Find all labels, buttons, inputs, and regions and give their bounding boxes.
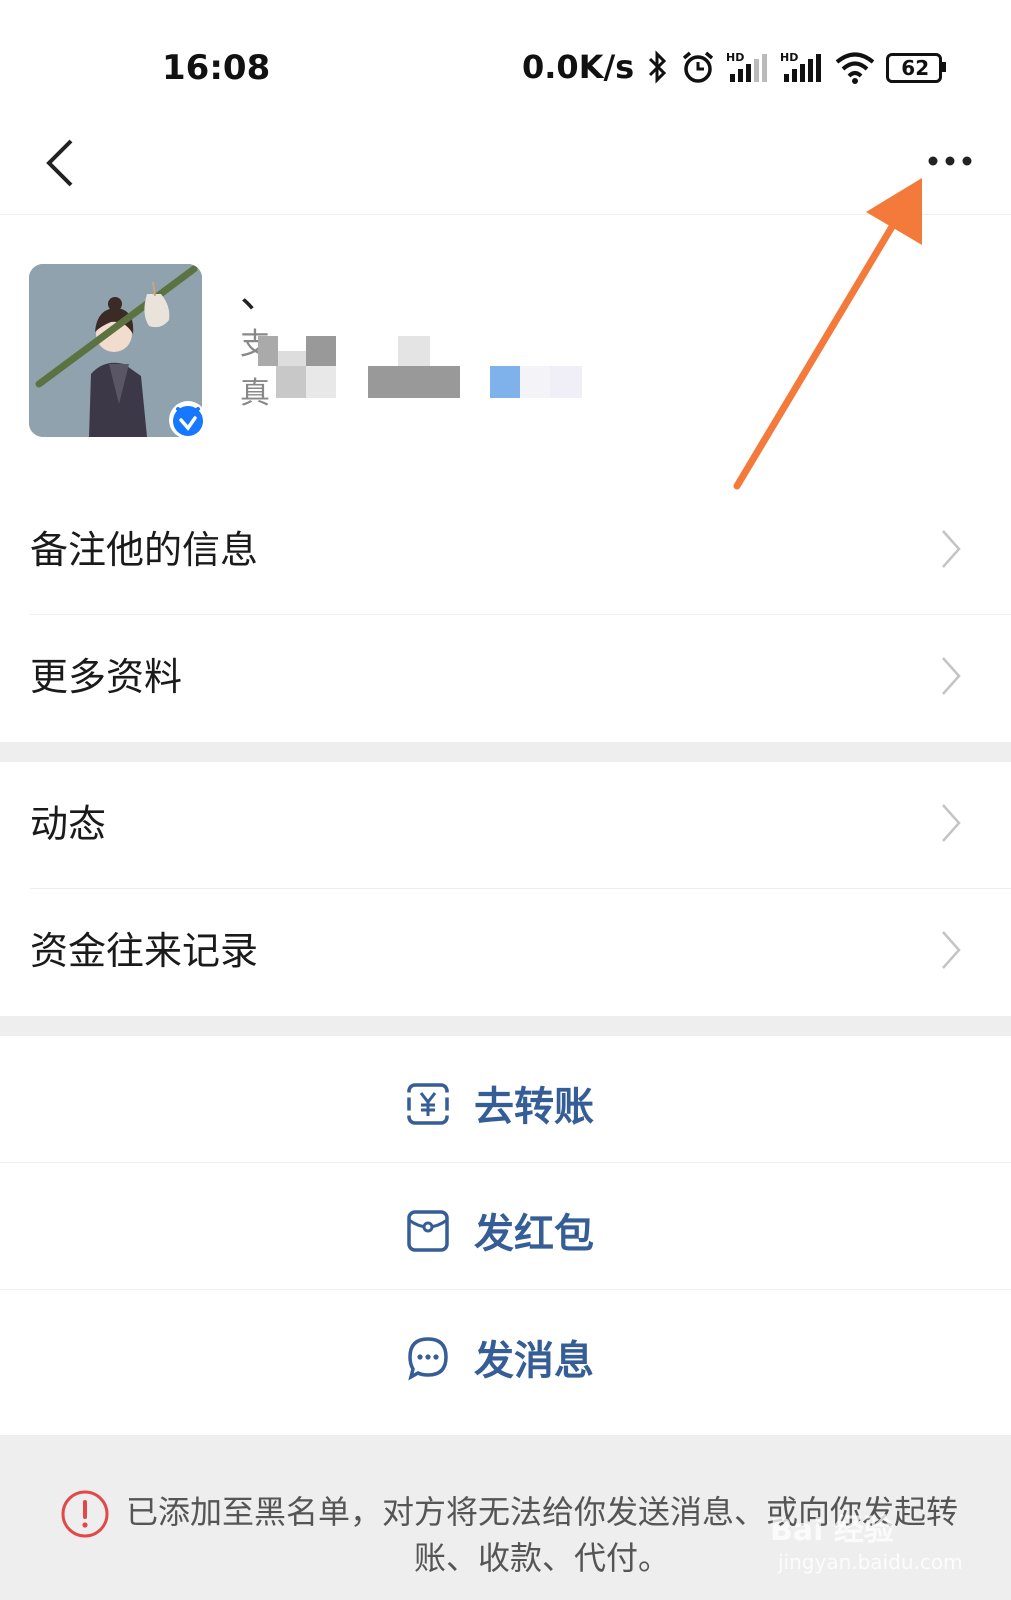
chat-bubble-icon xyxy=(408,1337,448,1381)
warning-icon xyxy=(61,1490,109,1538)
red-packet-label: 发红包 xyxy=(474,1211,594,1257)
red-packet-button[interactable]: 发红包 xyxy=(0,1163,1011,1290)
red-packet-icon xyxy=(407,1210,449,1252)
status-icons: 0.0K/s HD HD 62 xyxy=(522,48,947,86)
remark-row[interactable]: 备注他的信息 xyxy=(0,488,1011,615)
chevron-right-icon xyxy=(942,657,961,695)
realname-line: 真 xyxy=(240,379,270,409)
remark-label: 备注他的信息 xyxy=(30,528,259,572)
chevron-right-icon xyxy=(942,530,961,568)
signal-hd-icon: HD xyxy=(780,51,822,82)
more-button[interactable] xyxy=(920,136,980,186)
battery-icon: 62 xyxy=(886,53,947,83)
profile-name: 、 xyxy=(240,271,280,317)
net-speed: 0.0K/s xyxy=(522,48,635,86)
more-info-label: 更多资料 xyxy=(30,655,183,699)
moments-label: 动态 xyxy=(30,802,107,846)
moments-row[interactable]: 动态 xyxy=(0,762,1011,889)
transfer-button[interactable]: 去转账 xyxy=(0,1036,1011,1163)
chevron-right-icon xyxy=(942,931,961,969)
signal-hd-icon: HD xyxy=(726,51,768,82)
battery-level: 62 xyxy=(901,56,930,80)
verified-badge-icon xyxy=(169,401,207,439)
chevron-right-icon xyxy=(942,804,961,842)
watermark-logo: Bai 经验 xyxy=(770,1513,894,1548)
status-bar: 16:08 0.0K/s HD HD 62 xyxy=(0,0,1011,120)
svg-text:HD: HD xyxy=(780,51,798,64)
back-button[interactable] xyxy=(30,128,90,198)
alarm-icon xyxy=(683,51,714,83)
profile-card: 、 支 真 xyxy=(0,214,1011,496)
more-info-row[interactable]: 更多资料 xyxy=(0,615,1011,742)
svg-text:HD: HD xyxy=(726,51,744,64)
bluetooth-icon xyxy=(649,50,667,84)
send-message-button[interactable]: 发消息 xyxy=(0,1290,1011,1417)
transfer-icon xyxy=(406,1083,450,1125)
transfer-label: 去转账 xyxy=(474,1084,594,1130)
fund-records-row[interactable]: 资金往来记录 xyxy=(0,889,1011,1016)
status-time: 16:08 xyxy=(162,48,271,88)
more-dots-icon xyxy=(928,156,972,166)
nav-bar xyxy=(0,120,1011,215)
send-message-label: 发消息 xyxy=(474,1338,594,1384)
wifi-icon xyxy=(835,52,875,84)
fund-records-label: 资金往来记录 xyxy=(30,929,259,973)
section-gap xyxy=(0,742,1011,762)
watermark-url: jingyan.baidu.com xyxy=(778,1550,963,1574)
section-gap xyxy=(0,1016,1011,1036)
chevron-left-icon xyxy=(46,139,73,187)
realname-line-prefix: 真 xyxy=(240,376,270,411)
